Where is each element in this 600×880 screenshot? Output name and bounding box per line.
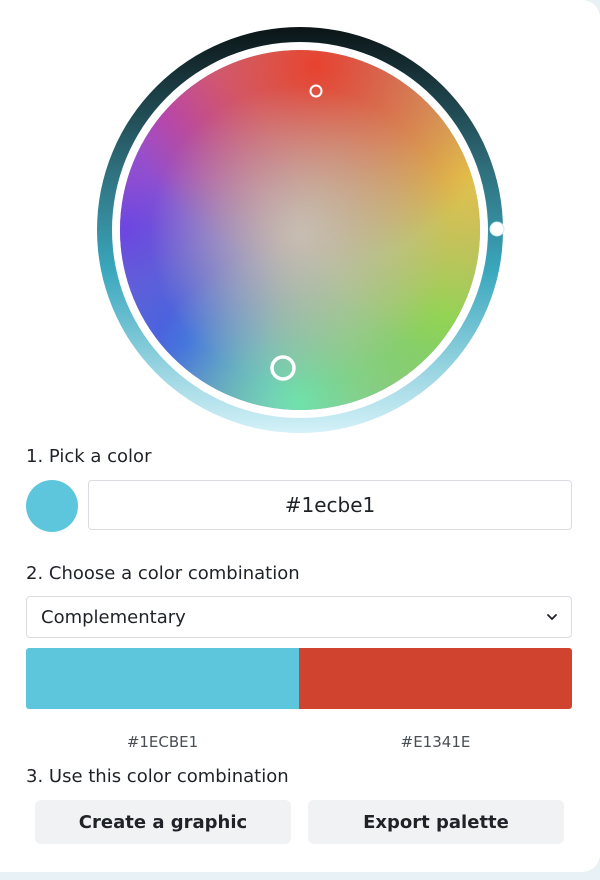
- chevron-down-icon: [547, 614, 557, 620]
- hue-disc[interactable]: [120, 50, 480, 410]
- step-combination-label: 2. Choose a color combination: [26, 563, 300, 584]
- color-wheel-graphic[interactable]: [95, 25, 505, 435]
- palette-color-block-complementary: [299, 648, 572, 709]
- step-pick-color-label: 1. Pick a color: [26, 446, 152, 467]
- hex-color-input[interactable]: [88, 480, 572, 530]
- color-wheel-card: 1. Pick a color 2. Choose a color combin…: [0, 0, 600, 872]
- combination-dropdown[interactable]: Complementary: [26, 596, 572, 638]
- color-palette-preview: [26, 648, 572, 709]
- combination-selected-value: Complementary: [41, 607, 186, 628]
- step-use-combination-label: 3. Use this color combination: [26, 766, 289, 787]
- brightness-handle[interactable]: [489, 221, 505, 237]
- palette-hex-primary: #1ECBE1: [126, 733, 199, 751]
- color-wheel[interactable]: [95, 25, 505, 435]
- palette-color-block-primary: [26, 648, 299, 709]
- selected-color-swatch[interactable]: [26, 480, 78, 532]
- create-graphic-button[interactable]: Create a graphic: [35, 800, 291, 844]
- palette-hex-complementary: #E1341E: [400, 733, 471, 751]
- export-palette-button[interactable]: Export palette: [308, 800, 564, 844]
